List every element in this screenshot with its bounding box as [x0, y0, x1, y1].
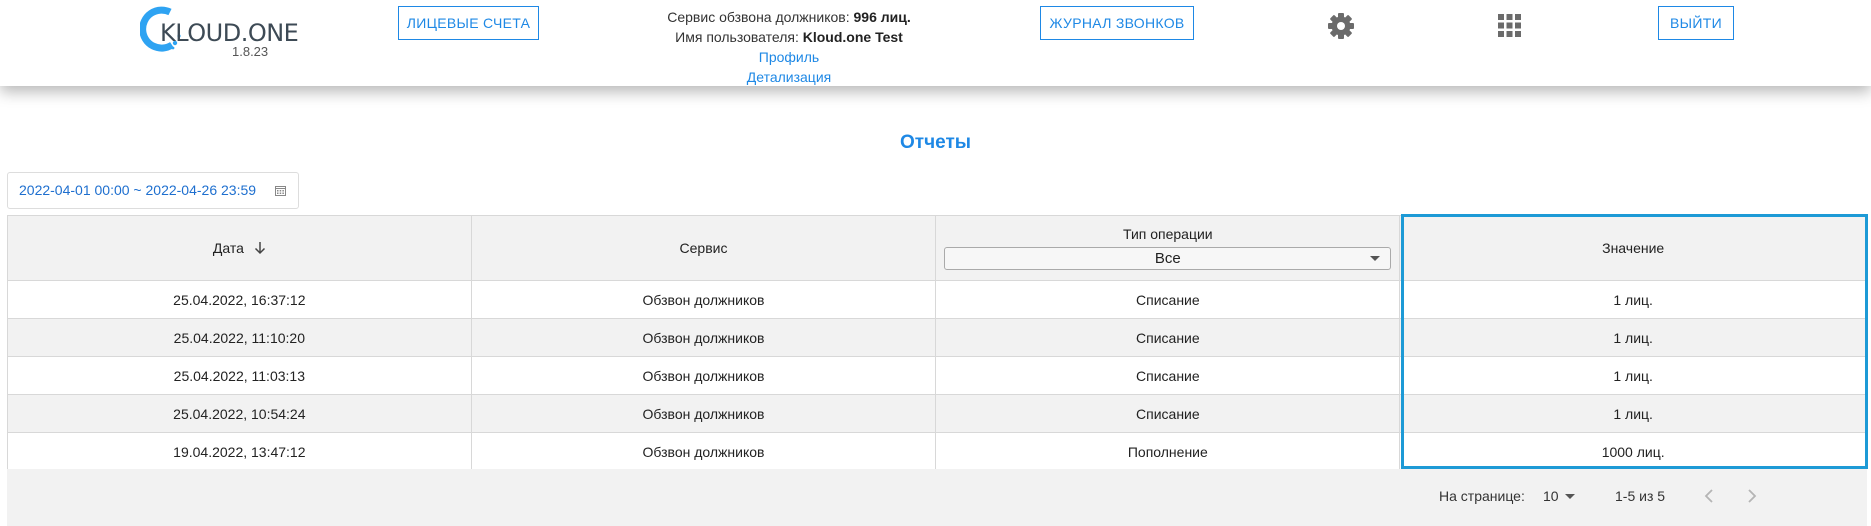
table-row: 25.04.2022, 10:54:24 Обзвон должников Сп… [7, 394, 1867, 433]
cell-value: 1 лиц. [1399, 394, 1867, 433]
service-balance-value: 996 лиц. [853, 9, 911, 25]
op-type-filter-select[interactable]: Все [944, 247, 1392, 270]
cell-value: 1000 лиц. [1399, 432, 1867, 471]
logout-button[interactable]: ВЫЙТИ [1658, 6, 1734, 40]
profile-link[interactable]: Профиль [620, 47, 958, 67]
per-page-select[interactable]: 10 [1543, 488, 1575, 504]
column-header-value: Значение [1399, 215, 1867, 281]
page-title: Отчеты [900, 132, 971, 153]
cell-op-type: Списание [935, 394, 1401, 433]
table-row: 19.04.2022, 13:47:12 Обзвон должников По… [7, 432, 1867, 471]
app-header: KLOUD.ONE 1.8.23 ЛИЦЕВЫЕ СЧЕТА Сервис об… [0, 0, 1871, 86]
reports-table: Дата Сервис Тип операции Все Значение 25… [7, 215, 1867, 471]
user-name: Имя пользователя: Kloud.one Test [620, 27, 958, 47]
chevron-down-icon [1370, 256, 1381, 261]
per-page-label: На странице: [1439, 488, 1525, 504]
service-balance: Сервис обзвона должников: 996 лиц. [620, 7, 958, 27]
service-balance-label: Сервис обзвона должников: [667, 9, 850, 25]
cell-date: 25.04.2022, 16:37:12 [7, 280, 472, 319]
column-date-label: Дата [212, 240, 244, 256]
cell-service: Обзвон должников [470, 432, 937, 471]
call-journal-button[interactable]: ЖУРНАЛ ЗВОНКОВ [1040, 6, 1194, 40]
sort-down-icon[interactable] [254, 241, 266, 255]
date-range-picker[interactable]: 2022-04-01 00:00 ~ 2022-04-26 23:59 [7, 172, 299, 209]
user-name-value: Kloud.one Test [802, 29, 903, 45]
cell-op-type: Списание [935, 356, 1401, 395]
cell-service: Обзвон должников [470, 280, 937, 319]
pagination-range: 1-5 из 5 [1615, 488, 1666, 504]
kloud-one-logo[interactable]: KLOUD.ONE 1.8.23 [140, 6, 299, 59]
account-info: Сервис обзвона должников: 996 лиц. Имя п… [620, 7, 958, 87]
cell-date: 25.04.2022, 11:03:13 [7, 356, 472, 395]
cell-date: 25.04.2022, 10:54:24 [7, 394, 472, 433]
chevron-down-icon [1564, 494, 1575, 499]
column-op-type-label: Тип операции [1123, 226, 1213, 242]
cell-value: 1 лиц. [1399, 280, 1867, 319]
op-type-filter-value: Все [1154, 250, 1181, 267]
cell-service: Обзвон должников [470, 394, 937, 433]
accounts-button[interactable]: ЛИЦЕВЫЕ СЧЕТА [398, 6, 539, 40]
table-header-row: Дата Сервис Тип операции Все Значение [7, 215, 1867, 281]
cell-service: Обзвон должников [470, 356, 937, 395]
per-page-value: 10 [1543, 488, 1559, 504]
table-row: 25.04.2022, 16:37:12 Обзвон должников Сп… [7, 280, 1867, 319]
cell-op-type: Списание [935, 280, 1401, 319]
cell-op-type: Списание [935, 318, 1401, 357]
cell-value: 1 лиц. [1399, 318, 1867, 357]
cell-op-type: Пополнение [935, 432, 1401, 471]
chevron-left-icon[interactable] [1702, 487, 1718, 505]
cell-date: 19.04.2022, 13:47:12 [7, 432, 472, 471]
table-row: 25.04.2022, 11:03:13 Обзвон должников Сп… [7, 356, 1867, 395]
cell-service: Обзвон должников [470, 318, 937, 357]
column-header-date[interactable]: Дата [7, 215, 472, 281]
chevron-right-icon[interactable] [1743, 487, 1759, 505]
cell-date: 25.04.2022, 11:10:20 [7, 318, 472, 357]
column-header-op-type: Тип операции Все [935, 215, 1401, 281]
table-pagination: На странице: 10 1-5 из 5 [7, 469, 1867, 526]
cell-value: 1 лиц. [1399, 356, 1867, 395]
app-version: 1.8.23 [232, 44, 269, 59]
details-link[interactable]: Детализация [620, 67, 958, 87]
calendar-icon [275, 186, 286, 196]
column-header-service: Сервис [470, 215, 937, 281]
apps-grid-icon[interactable] [1498, 14, 1521, 37]
user-name-label: Имя пользователя: [675, 29, 799, 45]
date-range-value: 2022-04-01 00:00 ~ 2022-04-26 23:59 [19, 182, 257, 198]
table-row: 25.04.2022, 11:10:20 Обзвон должников Сп… [7, 318, 1867, 357]
logo-name: KLOUD.ONE [160, 19, 299, 47]
gear-icon[interactable] [1327, 12, 1355, 40]
